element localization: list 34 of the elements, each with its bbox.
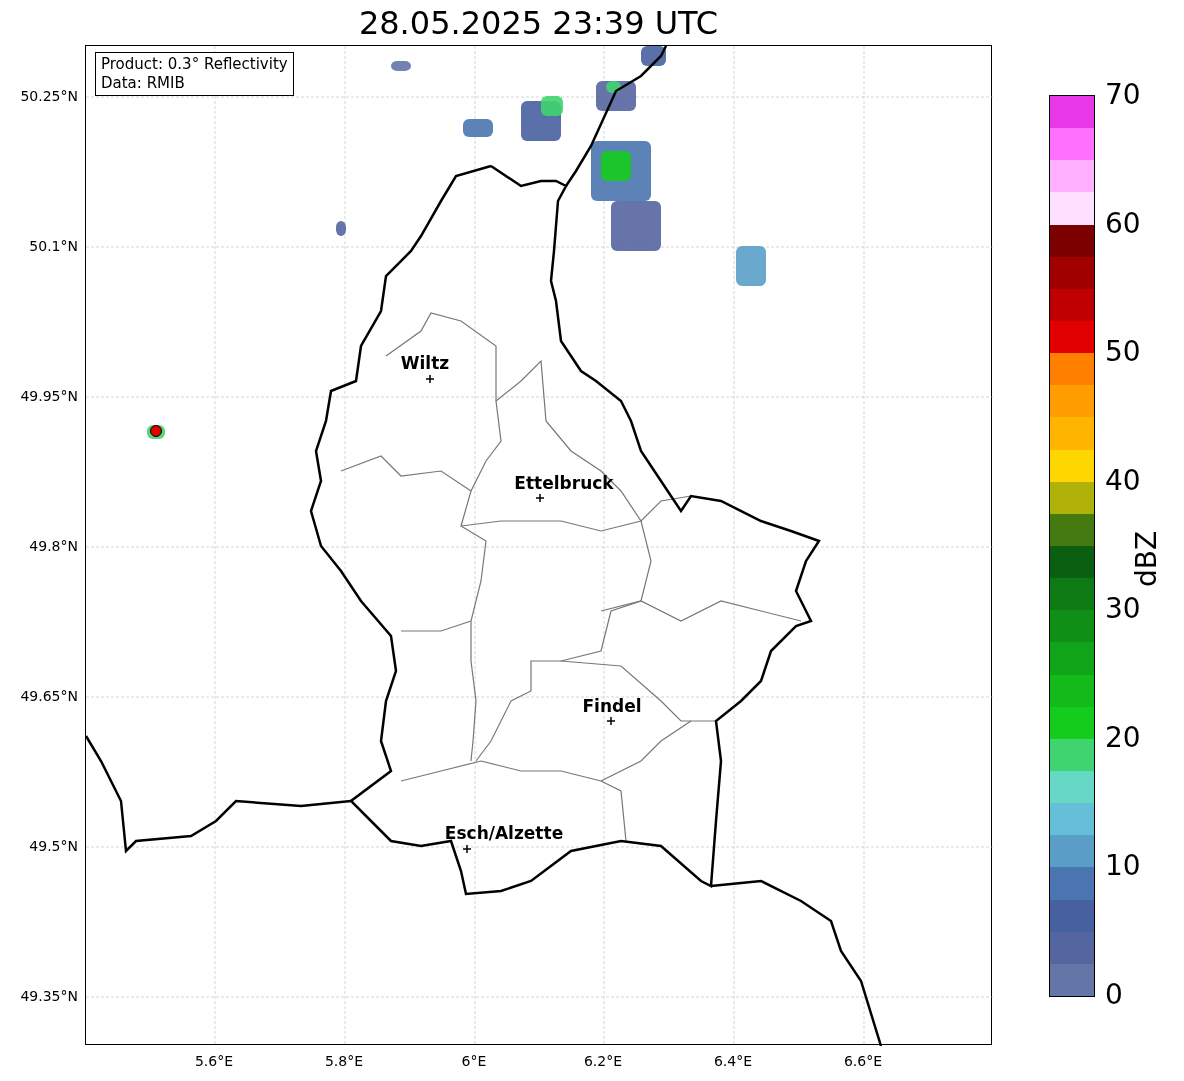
latitude-label: 49.95°N xyxy=(20,389,78,403)
longitude-label: 6.4°E xyxy=(713,1054,753,1068)
legend-text: Product: 0.3° Reflectivity xyxy=(101,55,288,74)
map-title: 28.05.2025 23:39 UTC xyxy=(358,6,719,39)
latitude-label: 49.8°N xyxy=(29,539,78,553)
latitude-label: 50.25°N xyxy=(20,89,78,103)
radar-site-marker xyxy=(150,425,162,437)
colorbar-tick-label: 50 xyxy=(1105,338,1141,367)
city-marker-icon xyxy=(425,374,435,384)
longitude-label: 5.6°E xyxy=(194,1054,234,1068)
city-label: Findel xyxy=(582,698,642,715)
colorbar-tick-label: 0 xyxy=(1105,981,1123,1009)
colorbar-tick-label: 20 xyxy=(1105,723,1141,752)
city-label: Wiltz xyxy=(400,355,450,372)
longitude-label: 6.6°E xyxy=(843,1054,883,1068)
colorbar-tick-label: 70 xyxy=(1105,81,1141,109)
colorbar-tick-label: 60 xyxy=(1105,209,1141,238)
colorbar-tick-label: 30 xyxy=(1105,595,1141,624)
longitude-label: 5.8°E xyxy=(324,1054,364,1068)
longitude-label: 6.2°E xyxy=(583,1054,623,1068)
city-marker-icon xyxy=(462,844,472,854)
latitude-label: 49.65°N xyxy=(20,689,78,703)
colorbar-tick-label: 40 xyxy=(1105,466,1141,495)
city-label: Esch/Alzette xyxy=(444,825,564,842)
longitude-label: 6°E xyxy=(461,1054,487,1068)
city-marker-icon xyxy=(535,493,545,503)
colorbar-tick-label: 10 xyxy=(1105,852,1141,881)
colorbar-label: dBZ xyxy=(1133,530,1161,587)
latitude-label: 50.1°N xyxy=(29,239,78,253)
city-label: Ettelbruck xyxy=(514,475,614,492)
city-marker-icon xyxy=(606,716,616,726)
latitude-label: 49.5°N xyxy=(29,839,78,853)
legend-text: Data: RMIB xyxy=(101,74,186,93)
latitude-label: 49.35°N xyxy=(20,989,78,1003)
